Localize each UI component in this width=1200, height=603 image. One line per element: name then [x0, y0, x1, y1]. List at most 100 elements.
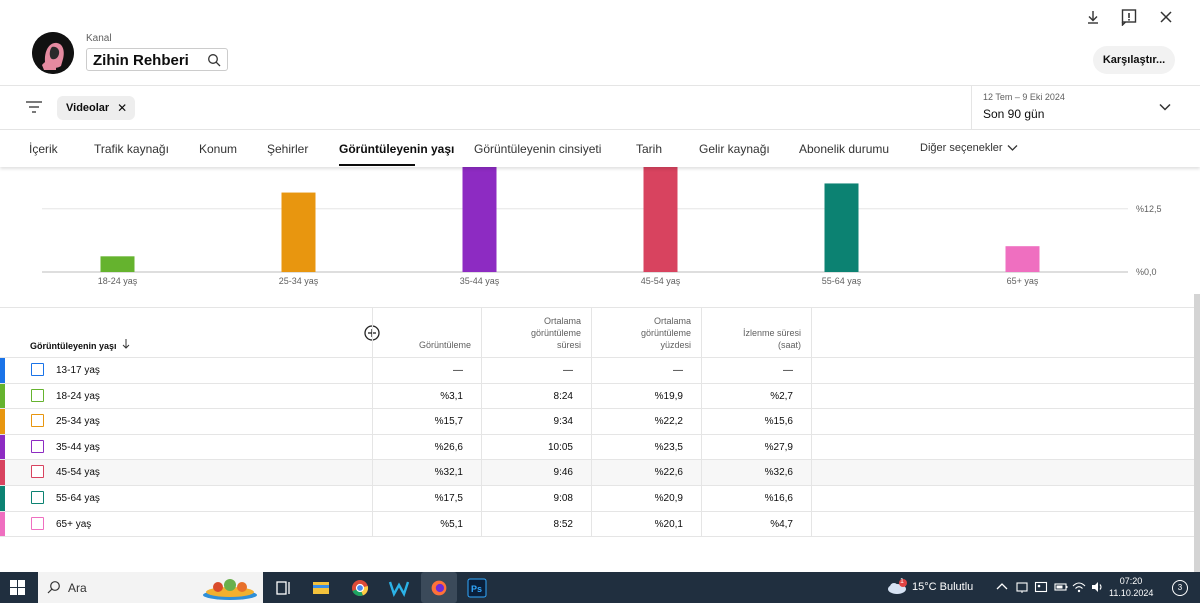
table-cell: — — [372, 358, 482, 383]
search-icon[interactable] — [207, 53, 221, 67]
tab-viewer-age[interactable]: Görüntüleyenin yaşı — [339, 142, 454, 156]
column-header-age[interactable]: Görüntüleyenin yaşı — [30, 339, 130, 351]
x-tick-label: 25-34 yaş — [279, 276, 319, 286]
chrome-icon[interactable] — [347, 576, 373, 600]
chevron-up-icon[interactable] — [995, 580, 1009, 594]
column-header-line: İzlenme süresi — [742, 328, 801, 338]
word-app-icon[interactable] — [386, 576, 412, 600]
taskbar-search[interactable]: Ara — [38, 572, 263, 603]
row-color-indicator — [0, 434, 5, 460]
chart-bar — [100, 256, 135, 272]
tab-location[interactable]: Konum — [199, 142, 237, 156]
cell-value: %32,1 — [434, 467, 463, 479]
notification-badge[interactable]: 3 — [1172, 580, 1188, 596]
tab-cities[interactable]: Şehirler — [267, 142, 308, 156]
table-cell: %15,6 — [702, 409, 812, 434]
volume-icon[interactable] — [1090, 580, 1104, 594]
close-icon[interactable] — [1157, 8, 1175, 26]
tab-subscription-status[interactable]: Abonelik durumu — [799, 142, 889, 156]
chevron-down-icon[interactable] — [1158, 100, 1172, 114]
device-icon[interactable] — [1015, 580, 1029, 594]
column-header[interactable]: İzlenme süresi (saat) — [702, 308, 812, 357]
row-checkbox[interactable] — [31, 491, 44, 504]
tab-revenue-source[interactable]: Gelir kaynağı — [699, 142, 770, 156]
y-tick-label: %0,0 — [1136, 267, 1157, 277]
tab-traffic-source[interactable]: Trafik kaynağı — [94, 142, 169, 156]
firefox-taskbar-button[interactable] — [421, 572, 457, 603]
column-header[interactable]: Ortalama görüntüleme yüzdesi — [592, 308, 702, 357]
column-header-line: görüntüleme — [530, 328, 581, 338]
column-header[interactable]: Ortalama görüntüleme süresi — [482, 308, 592, 357]
row-checkbox[interactable] — [31, 414, 44, 428]
channel-avatar[interactable] — [32, 32, 74, 74]
channel-search-field[interactable]: Zihin Rehberi — [86, 48, 228, 71]
battery-icon[interactable] — [1054, 580, 1068, 594]
filter-icon[interactable] — [26, 100, 42, 114]
cell-value: 9:34 — [553, 416, 573, 428]
table-cell: %32,1 — [372, 460, 482, 485]
tab-content[interactable]: İçerik — [29, 142, 58, 156]
feedback-icon[interactable] — [1120, 8, 1138, 26]
y-tick-label: %12,5 — [1136, 204, 1162, 214]
date-preset[interactable]: Son 90 gün — [983, 107, 1044, 121]
row-checkbox[interactable] — [31, 439, 44, 453]
cell-value: %16,6 — [764, 493, 793, 504]
table-cell: %20,1 — [592, 511, 702, 537]
column-header-line: Ortalama — [543, 316, 581, 326]
table-cell: %27,9 — [702, 434, 812, 460]
table-cell: — — [482, 358, 592, 383]
table-cell: %3,1 — [372, 383, 482, 409]
photoshop-icon[interactable]: Ps — [464, 576, 490, 600]
row-label: 35-44 yaş — [56, 441, 100, 453]
column-header-line: (saat) — [777, 340, 801, 350]
table-cell: 10:05 — [482, 434, 592, 460]
table-row[interactable]: 25-34 yaş %15,7 9:34 %22,2 %15,6 — [0, 408, 1200, 434]
cell-value: %26,6 — [434, 441, 463, 453]
table-cell: %22,2 — [592, 409, 702, 434]
photo-icon[interactable] — [1034, 580, 1048, 594]
scrollbar[interactable] — [1194, 294, 1200, 572]
chip-close-icon[interactable]: ✕ — [117, 96, 127, 120]
column-header[interactable]: Görüntüleme — [372, 308, 482, 357]
chart-bar — [462, 167, 497, 272]
clock[interactable]: 07:20 11.10.2024 — [1109, 575, 1153, 599]
row-color-indicator — [0, 460, 5, 485]
table-cell: — — [592, 358, 702, 383]
weather-cloud-icon[interactable] — [886, 579, 908, 595]
table-row[interactable]: 55-64 yaş %17,5 9:08 %20,9 %16,6 — [0, 485, 1200, 511]
tab-date[interactable]: Tarih — [636, 142, 662, 156]
row-checkbox[interactable] — [31, 465, 44, 479]
table-row[interactable]: 13-17 yaş — — — — — [0, 357, 1200, 383]
tab-viewer-gender[interactable]: Görüntüleyenin cinsiyeti — [474, 142, 601, 156]
x-tick-label: 35-44 yaş — [460, 276, 500, 286]
table-row[interactable]: 65+ yaş %5,1 8:52 %20,1 %4,7 — [0, 510, 1200, 537]
cell-value: %22,2 — [654, 416, 683, 428]
table-row[interactable]: 18-24 yaş %3,1 8:24 %19,9 %2,7 — [0, 382, 1200, 409]
cell-value: %3,1 — [440, 390, 463, 402]
download-icon[interactable] — [1084, 8, 1102, 26]
cell-value: 10:05 — [547, 441, 573, 453]
row-checkbox[interactable] — [31, 363, 44, 376]
compare-button[interactable]: Karşılaştır... — [1093, 46, 1175, 74]
tab-more-options[interactable]: Diğer seçenekler — [920, 142, 1018, 154]
task-view-icon[interactable] — [270, 576, 296, 600]
row-checkbox[interactable] — [31, 388, 44, 402]
table-row[interactable]: 45-54 yaş %32,1 9:46 %22,6 %32,6 — [0, 459, 1200, 485]
date-range: 12 Tem – 9 Eki 2024 — [983, 92, 1065, 102]
windows-start-icon[interactable] — [10, 580, 25, 595]
active-tab-indicator — [339, 164, 415, 166]
cell-value: %19,9 — [654, 390, 683, 402]
row-checkbox[interactable] — [31, 516, 44, 530]
wifi-icon[interactable] — [1072, 580, 1086, 594]
row-label: 18-24 yaş — [56, 390, 100, 402]
row-label: 65+ yaş — [56, 518, 92, 530]
filter-chip-videos[interactable]: Videolar ✕ — [57, 96, 136, 120]
cell-value: — — [453, 365, 463, 376]
file-explorer-icon[interactable] — [308, 576, 334, 600]
weather-text[interactable]: 15°C Bulutlu — [912, 581, 973, 593]
table-row[interactable]: 35-44 yaş %26,6 10:05 %23,5 %27,9 — [0, 433, 1200, 460]
table-cell: %20,9 — [592, 486, 702, 511]
table-cell: 8:24 — [482, 383, 592, 409]
row-color-indicator — [0, 383, 5, 409]
column-header-label: Görüntüleme — [419, 339, 471, 351]
